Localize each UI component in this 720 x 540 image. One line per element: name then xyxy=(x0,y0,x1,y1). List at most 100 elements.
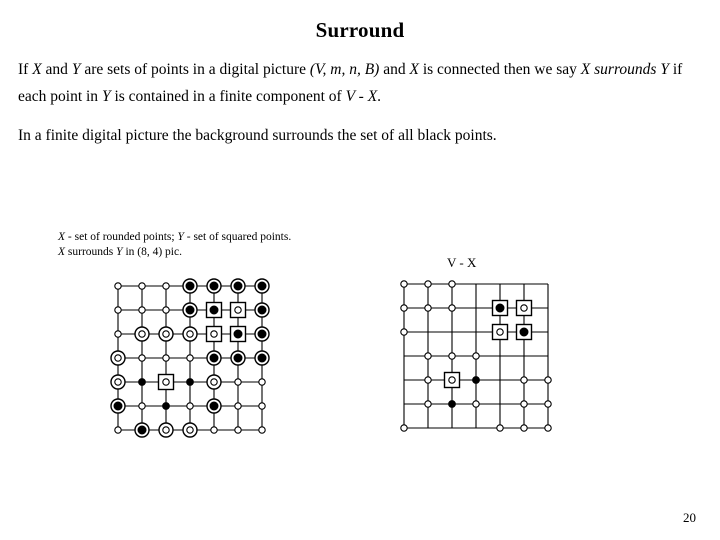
node-open-circle xyxy=(496,328,504,336)
node-open-circle xyxy=(448,376,456,384)
lattice-node xyxy=(254,326,270,342)
text-run-italic: V - X xyxy=(345,88,378,105)
node-open-circle xyxy=(210,330,218,338)
node-open-circle xyxy=(258,378,266,386)
lattice-node xyxy=(424,352,432,360)
lattice-node xyxy=(134,422,150,438)
lattice-node xyxy=(162,306,170,314)
text-run: - set of rounded points; xyxy=(65,231,178,243)
lattice-node xyxy=(162,402,170,410)
text-run-italic: X xyxy=(32,61,42,78)
lattice-node xyxy=(254,278,270,294)
lattice-node xyxy=(424,376,432,384)
lattice-node xyxy=(110,398,126,414)
lattice-node xyxy=(258,426,266,434)
caption-line-2: X surrounds Y in (8, 4) pic. xyxy=(58,245,418,260)
lattice-node xyxy=(138,282,146,290)
lattice-node xyxy=(520,400,528,408)
node-black-dot xyxy=(209,401,219,411)
node-black-dot xyxy=(113,401,123,411)
node-black-dot xyxy=(519,327,529,337)
text-run-italic: (V, m, n, B) xyxy=(309,61,380,78)
node-open-circle xyxy=(114,426,122,434)
text-run-italic: X surrounds xyxy=(580,61,657,78)
text-run-italic: X xyxy=(58,246,66,258)
lattice-node xyxy=(162,354,170,362)
node-open-circle xyxy=(162,330,170,338)
lattice-node xyxy=(515,299,533,317)
lattice-node xyxy=(472,376,480,384)
node-open-circle xyxy=(424,280,432,288)
lattice-node xyxy=(515,323,533,341)
lattice-node xyxy=(206,350,222,366)
lattice-node xyxy=(448,280,456,288)
lattice-node xyxy=(186,378,194,386)
lattice-node xyxy=(206,398,222,414)
lattice-node xyxy=(182,302,198,318)
lattice-node xyxy=(114,306,122,314)
node-open-circle xyxy=(448,280,456,288)
node-open-circle xyxy=(138,282,146,290)
node-open-circle xyxy=(162,426,170,434)
lattice-node xyxy=(472,352,480,360)
node-black-dot xyxy=(448,400,456,408)
lattice-node xyxy=(400,424,408,432)
node-open-circle xyxy=(186,426,194,434)
text-run: surrounds xyxy=(65,246,117,258)
node-open-circle xyxy=(162,378,170,386)
text-run-italic: Y xyxy=(101,88,111,105)
text-run: If xyxy=(18,61,33,78)
node-black-dot xyxy=(209,353,219,363)
node-open-circle xyxy=(138,330,146,338)
lattice-node xyxy=(158,326,174,342)
right-lattice-svg xyxy=(400,280,552,432)
lattice-node xyxy=(472,400,480,408)
left-figure-caption: X - set of rounded points; Y - set of sq… xyxy=(58,230,418,260)
node-black-dot xyxy=(185,281,195,291)
lattice-node xyxy=(138,402,146,410)
node-open-circle xyxy=(520,424,528,432)
lattice-node xyxy=(234,402,242,410)
node-open-circle xyxy=(234,426,242,434)
node-open-circle xyxy=(424,352,432,360)
text-run: in (8, 4) pic. xyxy=(122,246,182,258)
text-run-italic: Y xyxy=(660,61,669,78)
lattice-node xyxy=(400,328,408,336)
lattice-node xyxy=(157,373,175,391)
node-black-dot xyxy=(137,425,147,435)
node-open-circle xyxy=(400,328,408,336)
node-open-circle xyxy=(544,400,552,408)
lattice-node xyxy=(206,374,222,390)
node-open-circle xyxy=(210,426,218,434)
node-open-circle xyxy=(520,376,528,384)
lattice-node xyxy=(254,302,270,318)
text-run: and xyxy=(41,61,72,78)
lattice-node xyxy=(162,282,170,290)
text-run: and xyxy=(379,61,410,78)
lattice-node xyxy=(210,426,218,434)
node-open-circle xyxy=(424,400,432,408)
lattice-node xyxy=(138,378,146,386)
lattice-node xyxy=(496,424,504,432)
lattice-node xyxy=(448,352,456,360)
text-run: are sets of points in a digital picture xyxy=(80,61,310,78)
node-open-circle xyxy=(162,282,170,290)
lattice-node xyxy=(491,323,509,341)
lattice-node xyxy=(182,422,198,438)
node-open-circle xyxy=(424,304,432,312)
lattice-node xyxy=(138,306,146,314)
lattice-node xyxy=(230,278,246,294)
text-run-italic: X xyxy=(58,231,66,243)
node-open-circle xyxy=(114,330,122,338)
text-run: . xyxy=(377,88,382,105)
lattice-node xyxy=(114,282,122,290)
node-open-circle xyxy=(496,424,504,432)
node-open-circle xyxy=(138,402,146,410)
right-figure-label: V - X xyxy=(447,255,477,270)
text-run: is connected then we say xyxy=(418,61,581,78)
lattice-node xyxy=(230,350,246,366)
lattice-node xyxy=(424,280,432,288)
node-open-circle xyxy=(138,354,146,362)
node-black-dot xyxy=(185,305,195,315)
text-run: is contained in a finite component of xyxy=(110,88,346,105)
